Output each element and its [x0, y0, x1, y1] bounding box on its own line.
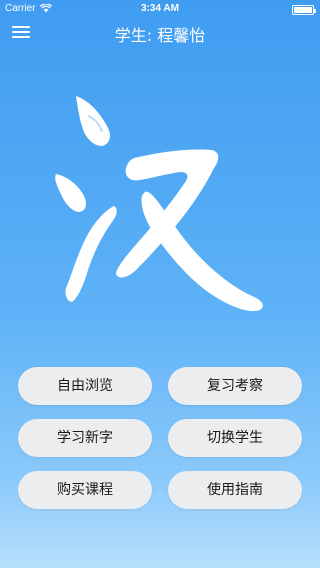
- battery-icon: [292, 5, 316, 15]
- status-bar: Carrier 3:34 AM: [0, 0, 320, 20]
- review-test-button[interactable]: 复习考察: [168, 367, 302, 405]
- nav-bar: 学生: 程馨怡: [0, 20, 320, 45]
- user-guide-button[interactable]: 使用指南: [168, 471, 302, 509]
- learn-new-characters-button[interactable]: 学习新字: [18, 419, 152, 457]
- buy-courses-button[interactable]: 购买课程: [18, 471, 152, 509]
- switch-student-button[interactable]: 切换学生: [168, 419, 302, 457]
- han-character-logo: [55, 96, 263, 312]
- free-browse-button[interactable]: 自由浏览: [18, 367, 152, 405]
- nav-title: 学生: 程馨怡: [114, 26, 206, 45]
- status-time: 3:34 AM: [141, 3, 179, 14]
